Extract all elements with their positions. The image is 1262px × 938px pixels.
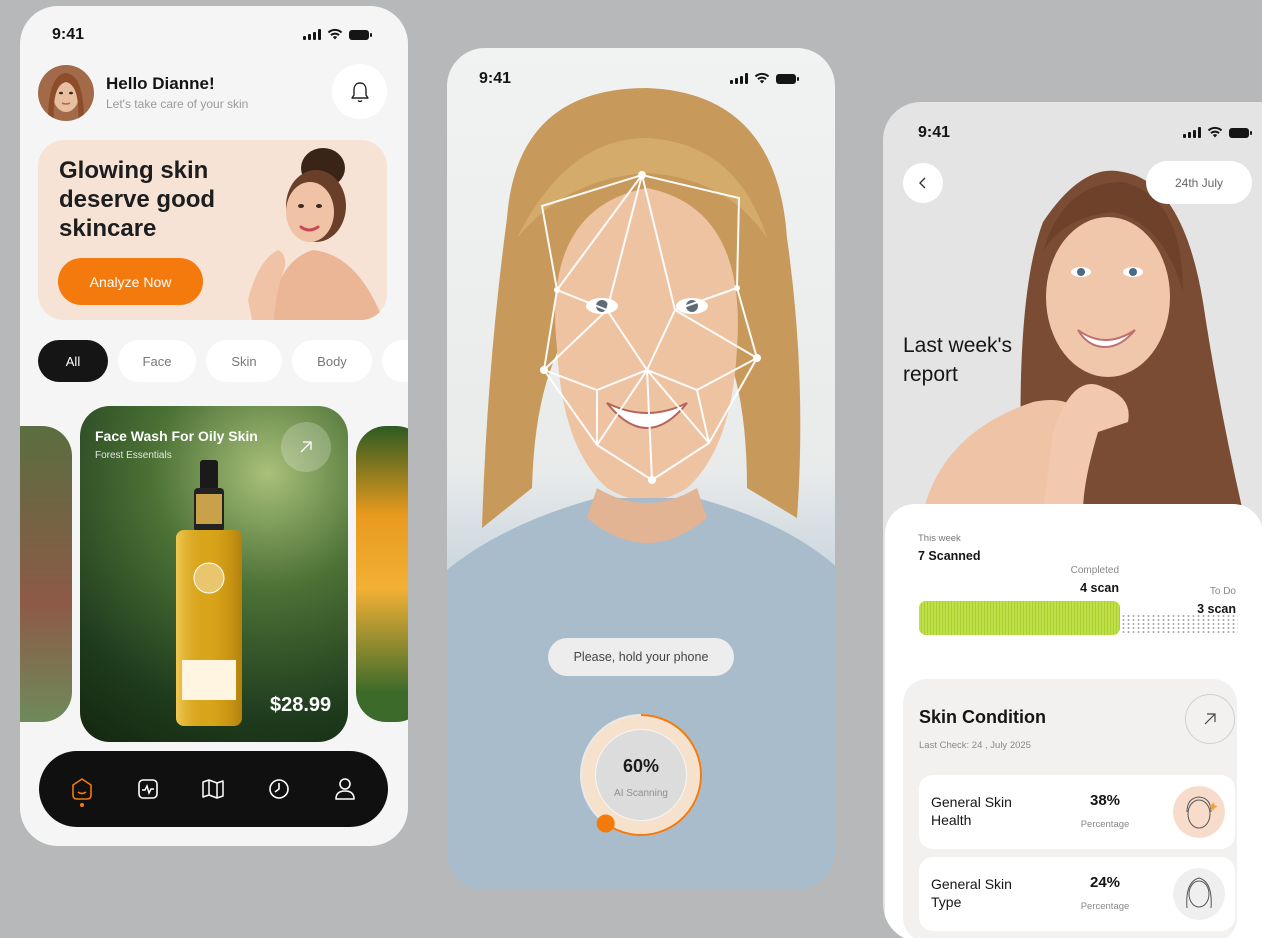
product-price: $28.99 [270,694,332,716]
greeting: Hello Dianne! [106,74,215,93]
completed-value: 4 scan [1080,581,1119,595]
status-icons [1183,126,1252,138]
analyze-now-button[interactable]: Analyze Now [58,258,203,305]
scan-screen: 9:41 Please, hold your phone 60% AI Scan… [447,48,835,890]
battery-icon [776,74,799,84]
nav-profile[interactable] [325,769,365,809]
home-screen: 9:41 Hello Dianne! Let's take care of yo… [20,6,408,846]
todo-label: To Do [1209,586,1236,597]
arrow-up-right-icon [300,441,312,453]
battery-icon [1229,128,1252,138]
product-image [176,460,242,726]
status-time: 9:41 [479,70,512,87]
scan-percentage: 60% [622,756,660,776]
chip-skin[interactable]: Skin [206,340,282,382]
chip-face[interactable]: Face [118,340,196,382]
open-product-button[interactable] [281,422,331,472]
signal-icon [730,73,748,84]
signal-icon [303,29,321,40]
greeting-subtitle: Let's take care of your skin [106,97,249,111]
profile-icon [335,778,355,800]
bottom-nav [39,751,388,827]
last-check: Last Check: 24 , July 2025 [919,740,1031,751]
nav-activity[interactable] [128,769,168,809]
product-name: Face Wash For Oily Skin [95,428,258,444]
face-outline-icon [1173,868,1225,920]
signal-icon [1183,127,1201,138]
status-bar: 9:41 [447,48,835,87]
status-bar: 9:41 [883,102,1262,141]
map-icon [202,779,225,799]
nav-map[interactable] [193,769,233,809]
scan-status: AI Scanning [614,788,668,799]
condition-value-label: Percentage [1080,819,1130,830]
todo-bar [1121,614,1238,635]
condition-value-label: Percentage [1080,901,1130,912]
wifi-icon [754,72,770,84]
completed-bar [919,601,1120,635]
promo-banner: Glowing skin deserve good skincare Analy… [38,140,387,320]
nav-history[interactable] [259,769,299,809]
arrow-up-right-icon [1204,713,1216,725]
battery-icon [349,30,372,40]
nav-face[interactable] [62,769,102,809]
back-button[interactable] [903,163,943,203]
status-bar: 9:41 [20,6,408,43]
bell-icon [350,81,369,102]
status-time: 9:41 [918,124,951,141]
report-screen: 9:41 24th July Last week's report This w… [883,102,1262,938]
condition-name: General Skin Health [931,794,1012,828]
notification-button[interactable] [332,64,387,119]
chip-body[interactable]: Body [292,340,372,382]
condition-row[interactable]: General Skin Health 38% Percentage [919,775,1235,849]
face-icon [72,778,92,800]
week-value: 7 Scanned [918,549,981,563]
chip-all[interactable]: All [38,340,108,382]
active-indicator [79,803,84,807]
report-title: Last week's report [903,334,1013,386]
wifi-icon [327,28,343,40]
week-label: This week [918,533,961,544]
chip-more[interactable]: B [382,340,408,382]
avatar[interactable] [38,65,94,121]
product-brand: Forest Essentials [95,450,172,461]
status-icons [730,72,799,84]
condition-value: 38% [1089,792,1121,809]
open-condition-button[interactable] [1185,694,1235,744]
completed-label: Completed [1070,565,1119,576]
activity-icon [137,779,158,799]
status-time: 9:41 [52,26,85,43]
face-sparkle-icon [1173,786,1225,838]
product-card-prev[interactable] [20,426,72,722]
product-card-next[interactable] [356,426,408,722]
condition-value: 24% [1089,874,1121,891]
model-image [248,148,383,320]
condition-name: General Skin Type [931,876,1012,910]
skin-condition-title: Skin Condition [919,707,1046,727]
status-icons [303,28,372,40]
product-card[interactable]: Face Wash For Oily Skin Forest Essential… [80,406,348,742]
condition-row[interactable]: General Skin Type 24% Percentage [919,857,1235,931]
history-icon [269,779,290,799]
chevron-left-icon [919,177,926,189]
category-chips: All Face Skin Body B [38,340,408,384]
wifi-icon [1207,126,1223,138]
scan-hint: Please, hold your phone [548,638,734,676]
date-selector[interactable]: 24th July [1146,161,1252,204]
